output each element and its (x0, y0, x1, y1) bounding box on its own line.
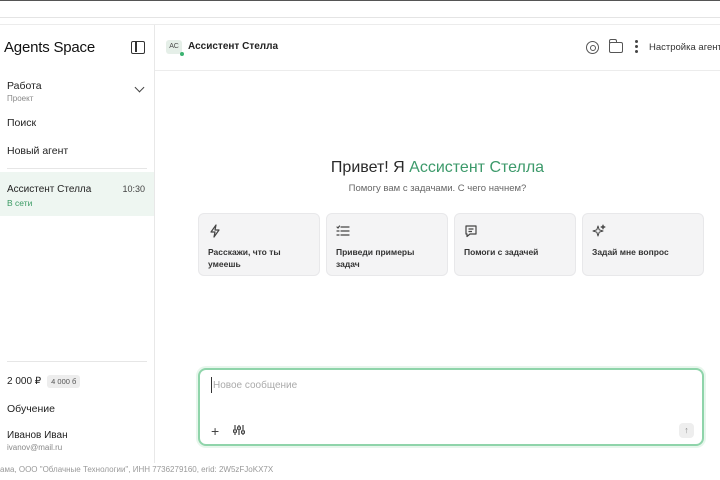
suggestion-label: Задай мне вопрос (592, 247, 669, 257)
message-composer: + ↑ (198, 368, 704, 446)
workspace-selector[interactable]: Работа Проект (7, 80, 147, 103)
sliders-icon[interactable] (232, 424, 246, 436)
chat-main: АС Ассистент Стелла Настройка агента При… (155, 25, 720, 463)
suggestion-label: Расскажи, что ты умеешь (208, 247, 281, 269)
chat-header: АС Ассистент Стелла Настройка агента (155, 25, 720, 71)
chat-name: Ассистент Стелла (7, 184, 92, 195)
workspace-name: Работа (7, 80, 42, 92)
suggestion-card[interactable]: Помоги с задачей (454, 213, 576, 276)
sidebar-divider (7, 168, 147, 169)
browser-top-bar (0, 0, 720, 18)
message-icon (465, 225, 477, 238)
chat-list-item[interactable]: Ассистент Стелла 10:30 В сети (0, 172, 154, 216)
agent-title: Ассистент Стелла (188, 41, 279, 52)
agent-settings-link[interactable]: Настройка агента (649, 42, 720, 53)
suggestion-card[interactable]: Приведи примеры задач (326, 213, 448, 276)
user-email: ivanov@mail.ru (7, 443, 63, 452)
tokens-badge: 4 000 б (47, 375, 81, 388)
gear-icon[interactable] (586, 41, 599, 54)
app-window: Agents Space Работа Проект Поиск Новый а… (0, 24, 720, 463)
sparkles-icon (592, 224, 606, 237)
sidebar-toggle-icon[interactable] (131, 41, 145, 54)
ad-disclaimer: ама, ООО "Облачные Технологии", ИНН 7736… (0, 465, 274, 474)
greeting-title: Привет! Я Ассистент Стелла (155, 159, 720, 177)
sidebar-item-search[interactable]: Поиск (7, 117, 36, 129)
add-attachment-button[interactable]: + (211, 424, 219, 438)
message-input[interactable] (211, 377, 691, 393)
chat-status: В сети (7, 198, 33, 208)
online-indicator (180, 52, 184, 56)
suggestion-label: Приведи примеры задач (336, 247, 415, 269)
sidebar-item-learning[interactable]: Обучение (7, 403, 55, 415)
send-button[interactable]: ↑ (679, 423, 694, 438)
more-options-icon[interactable] (635, 40, 638, 54)
sidebar-divider (7, 361, 147, 362)
workspace-type: Проект (7, 94, 34, 103)
greeting-subtitle: Помогу вам с задачами. С чего начнем? (348, 183, 527, 194)
chat-time: 10:30 (122, 184, 145, 194)
list-icon (336, 225, 350, 236)
suggestion-card[interactable]: Расскажи, что ты умеешь (198, 213, 320, 276)
sidebar-item-new-agent[interactable]: Новый агент (7, 145, 68, 157)
balance-amount: 2 000 ₽ (7, 376, 42, 387)
folder-icon[interactable] (608, 39, 623, 53)
sidebar: Agents Space Работа Проект Поиск Новый а… (0, 25, 155, 463)
balance-widget[interactable]: 2 000 ₽ 4 000 б (7, 375, 81, 388)
suggestion-card[interactable]: Задай мне вопрос (582, 213, 704, 276)
user-name[interactable]: Иванов Иван (7, 430, 68, 441)
lightning-icon (210, 224, 220, 238)
greeting-agent-name: Ассистент Стелла (409, 159, 545, 176)
brand-logo: Agents Space (4, 39, 95, 56)
greeting-prefix: Привет! Я (330, 159, 410, 176)
suggestion-label: Помоги с задачей (464, 247, 539, 257)
